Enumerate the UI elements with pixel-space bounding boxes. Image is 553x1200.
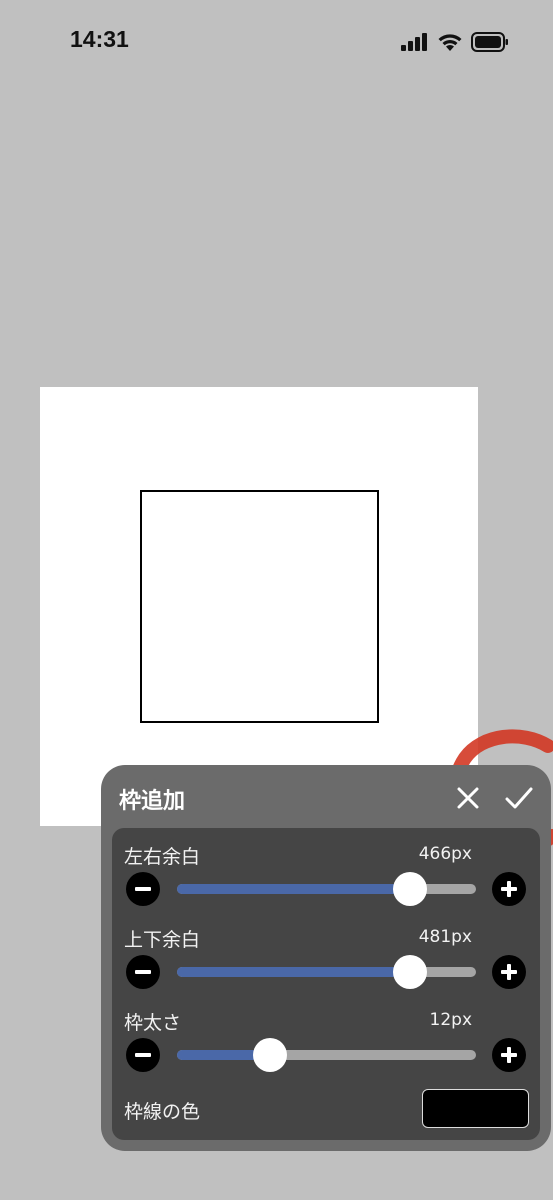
- horizontal-margin-slider-fill: [177, 884, 411, 894]
- vertical-margin-slider[interactable]: [177, 955, 476, 989]
- close-icon[interactable]: [455, 785, 481, 811]
- image-canvas[interactable]: [40, 387, 478, 826]
- frame-thickness-label: 枠太さ: [124, 1012, 182, 1034]
- frame-color-swatch[interactable]: [422, 1089, 529, 1128]
- add-frame-panel: 枠追加 左右余白 466px 上下余白 481px 枠太さ 12px 枠線の色: [101, 765, 551, 1151]
- panel-body: 左右余白 466px 上下余白 481px 枠太さ 12px 枠線の色: [112, 828, 540, 1140]
- vertical-margin-slider-fill: [177, 967, 411, 977]
- vertical-margin-label: 上下余白: [124, 929, 201, 951]
- status-bar: 14:31: [0, 0, 553, 84]
- horizontal-margin-label: 左右余白: [124, 846, 201, 868]
- status-time: 14:31: [70, 26, 129, 52]
- frame-preview: [140, 490, 379, 723]
- cellular-signal-icon: [401, 33, 427, 51]
- frame-thickness-value: 12px: [429, 1010, 472, 1030]
- horizontal-margin-value: 466px: [418, 844, 472, 864]
- vertical-margin-plus-button[interactable]: [492, 955, 526, 989]
- frame-thickness-minus-button[interactable]: [126, 1038, 160, 1072]
- vertical-margin-slider-thumb[interactable]: [393, 955, 428, 989]
- horizontal-margin-plus-button[interactable]: [492, 872, 526, 906]
- frame-color-label: 枠線の色: [124, 1101, 201, 1123]
- horizontal-margin-slider[interactable]: [177, 872, 476, 906]
- horizontal-margin-minus-button[interactable]: [126, 872, 160, 906]
- checkmark-icon[interactable]: [503, 783, 535, 813]
- panel-title: 枠追加: [119, 789, 186, 814]
- vertical-margin-value: 481px: [418, 927, 472, 947]
- frame-thickness-plus-button[interactable]: [492, 1038, 526, 1072]
- status-icons: [401, 30, 509, 54]
- battery-icon: [471, 32, 508, 52]
- frame-thickness-slider-thumb[interactable]: [252, 1038, 287, 1072]
- vertical-margin-minus-button[interactable]: [126, 955, 160, 989]
- horizontal-margin-slider-thumb[interactable]: [393, 872, 428, 906]
- frame-thickness-slider[interactable]: [177, 1038, 476, 1072]
- wifi-icon: [438, 34, 462, 51]
